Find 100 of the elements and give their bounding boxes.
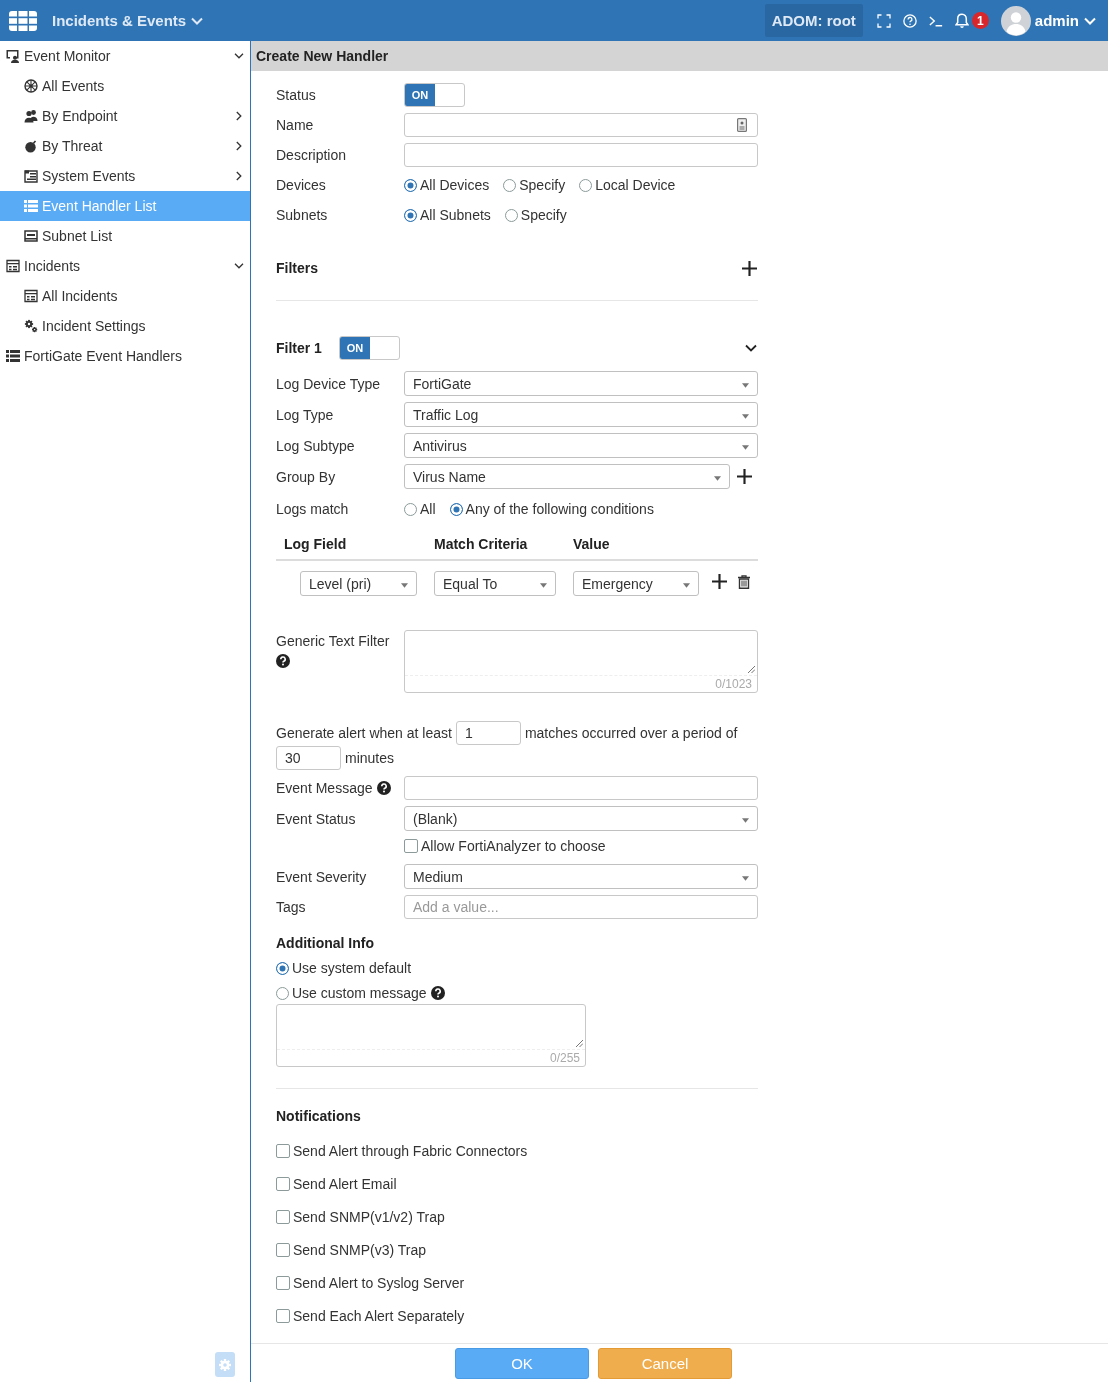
fullscreen-icon[interactable] [876,13,891,28]
chevron-down-icon[interactable] [234,53,244,59]
select-field[interactable]: Antivirus [404,433,758,458]
gears-icon [24,319,38,333]
user-menu-button[interactable]: admin [1034,12,1096,29]
checkbox-option[interactable]: Send Alert Email [276,1174,397,1194]
radio-option[interactable]: All [404,501,436,517]
list-icon [6,349,20,363]
field-label: Group By [276,468,336,485]
notification-badge: 1 [971,12,989,29]
field-label: Devices [276,177,326,193]
card-icon [24,229,38,243]
radio-option[interactable]: Use custom message [276,985,427,1001]
select-field[interactable]: Level (pri) [300,571,417,596]
trash-icon[interactable] [738,574,750,589]
plus-icon[interactable] [737,469,752,484]
id-card-icon[interactable] [737,118,747,132]
radio-option[interactable]: Specify [503,177,566,193]
caret-down-icon [742,382,749,388]
resize-grip-icon[interactable] [575,1039,583,1047]
radio-option[interactable]: Specify [504,207,567,223]
grid-logo-icon[interactable] [9,10,37,31]
sidebar-item[interactable]: By Endpoint [0,101,250,131]
field-label: Name [276,117,314,133]
help-icon[interactable] [276,654,290,668]
field-label: Event Status [276,810,356,827]
toggle-switch[interactable]: ON [338,336,400,360]
field-label: Status [276,87,316,103]
table-icon [24,289,38,303]
radio-option[interactable]: Local Device [579,177,676,193]
text-field[interactable] [404,143,758,167]
column-header: Log Field [284,536,347,552]
section-title: Filters [276,260,318,276]
select-field[interactable]: Virus Name [404,464,730,489]
sidebar-item[interactable]: By Threat [0,131,250,161]
radio-option[interactable]: All Subnets [404,207,491,223]
checkbox-option[interactable]: Allow FortiAnalyzer to choose [404,838,606,854]
field-label: Log Subtype [276,437,355,454]
text-field[interactable] [404,113,758,137]
radio-option[interactable]: Use system default [276,960,412,976]
resize-grip-icon[interactable] [747,665,755,673]
field-label: Log Type [276,406,334,423]
select-field[interactable]: Equal To [434,571,556,596]
chevron-down-icon[interactable] [745,344,757,352]
chevron-right-icon[interactable] [236,111,242,121]
bell-icon[interactable] [954,12,969,29]
caret-down-icon [714,475,721,481]
plus-icon[interactable] [712,574,727,589]
text-field[interactable]: Add a value... [404,895,758,919]
field-label: Event Severity [276,868,367,885]
avatar-icon[interactable] [1000,5,1031,36]
checkbox-option[interactable]: Send Alert to Syslog Server [276,1273,465,1293]
number-field[interactable]: 30 [276,746,341,770]
monitor-user-icon [6,49,20,63]
sidebar-item[interactable]: Incidents [0,251,250,281]
section-title: Notifications [276,1107,361,1126]
alert-rule-text: minutes [345,750,395,766]
radio-option[interactable]: All Devices [404,177,490,193]
sidebar-item[interactable]: System Events [0,161,250,191]
panel-title: Create New Handler [251,41,1108,71]
sidebar-item[interactable]: All Events [0,71,250,101]
help-icon[interactable] [376,781,391,795]
sidebar-item[interactable]: Event Monitor [0,41,250,71]
caret-down-icon [742,817,749,823]
select-field[interactable]: Traffic Log [404,402,758,427]
text-field[interactable] [404,776,758,800]
table-icon [6,259,20,273]
app-menu-button[interactable]: Incidents & Events [52,12,204,29]
bomb-icon [24,139,38,153]
field-label: Logs match [276,501,349,517]
select-field[interactable]: Emergency [573,571,699,596]
plus-icon[interactable] [742,260,757,276]
char-counter: 0/1023 [715,677,752,691]
alert-rule-text: matches occurred over a period of [524,725,738,741]
adom-button[interactable]: ADOM: root [764,4,863,37]
radio-option[interactable]: Any of the following conditions [449,501,654,517]
field-label: Event Message [276,780,373,796]
sidebar-item[interactable]: Incident Settings [0,311,250,341]
chevron-down-icon [1084,16,1096,25]
select-field[interactable]: FortiGate [404,371,758,396]
field-label: Tags [276,899,306,915]
checkbox-option[interactable]: Send SNMP(v1/v2) Trap [276,1207,445,1227]
checkbox-option[interactable]: Send Each Alert Separately [276,1306,465,1326]
select-field[interactable]: (Blank) [404,806,758,831]
sidebar-item[interactable]: Subnet List [0,221,250,251]
chevron-right-icon[interactable] [236,141,242,151]
caret-down-icon [540,582,547,588]
select-field[interactable]: Medium [404,864,758,889]
help-icon[interactable] [430,986,445,1000]
calendar-icon [24,169,38,183]
sidebar-item[interactable]: All Incidents [0,281,250,311]
sidebar-item[interactable]: FortiGate Event Handlers [0,341,250,371]
chevron-right-icon[interactable] [236,171,242,181]
toggle-switch[interactable]: ON [404,83,465,107]
checkbox-option[interactable]: Send SNMP(v3) Trap [276,1240,427,1260]
number-field[interactable]: 1 [455,721,521,745]
gear-icon [218,1357,232,1372]
column-header: Value [573,536,610,552]
chevron-down-icon[interactable] [234,263,244,269]
checkbox-option[interactable]: Send Alert through Fabric Connectors [276,1141,528,1161]
